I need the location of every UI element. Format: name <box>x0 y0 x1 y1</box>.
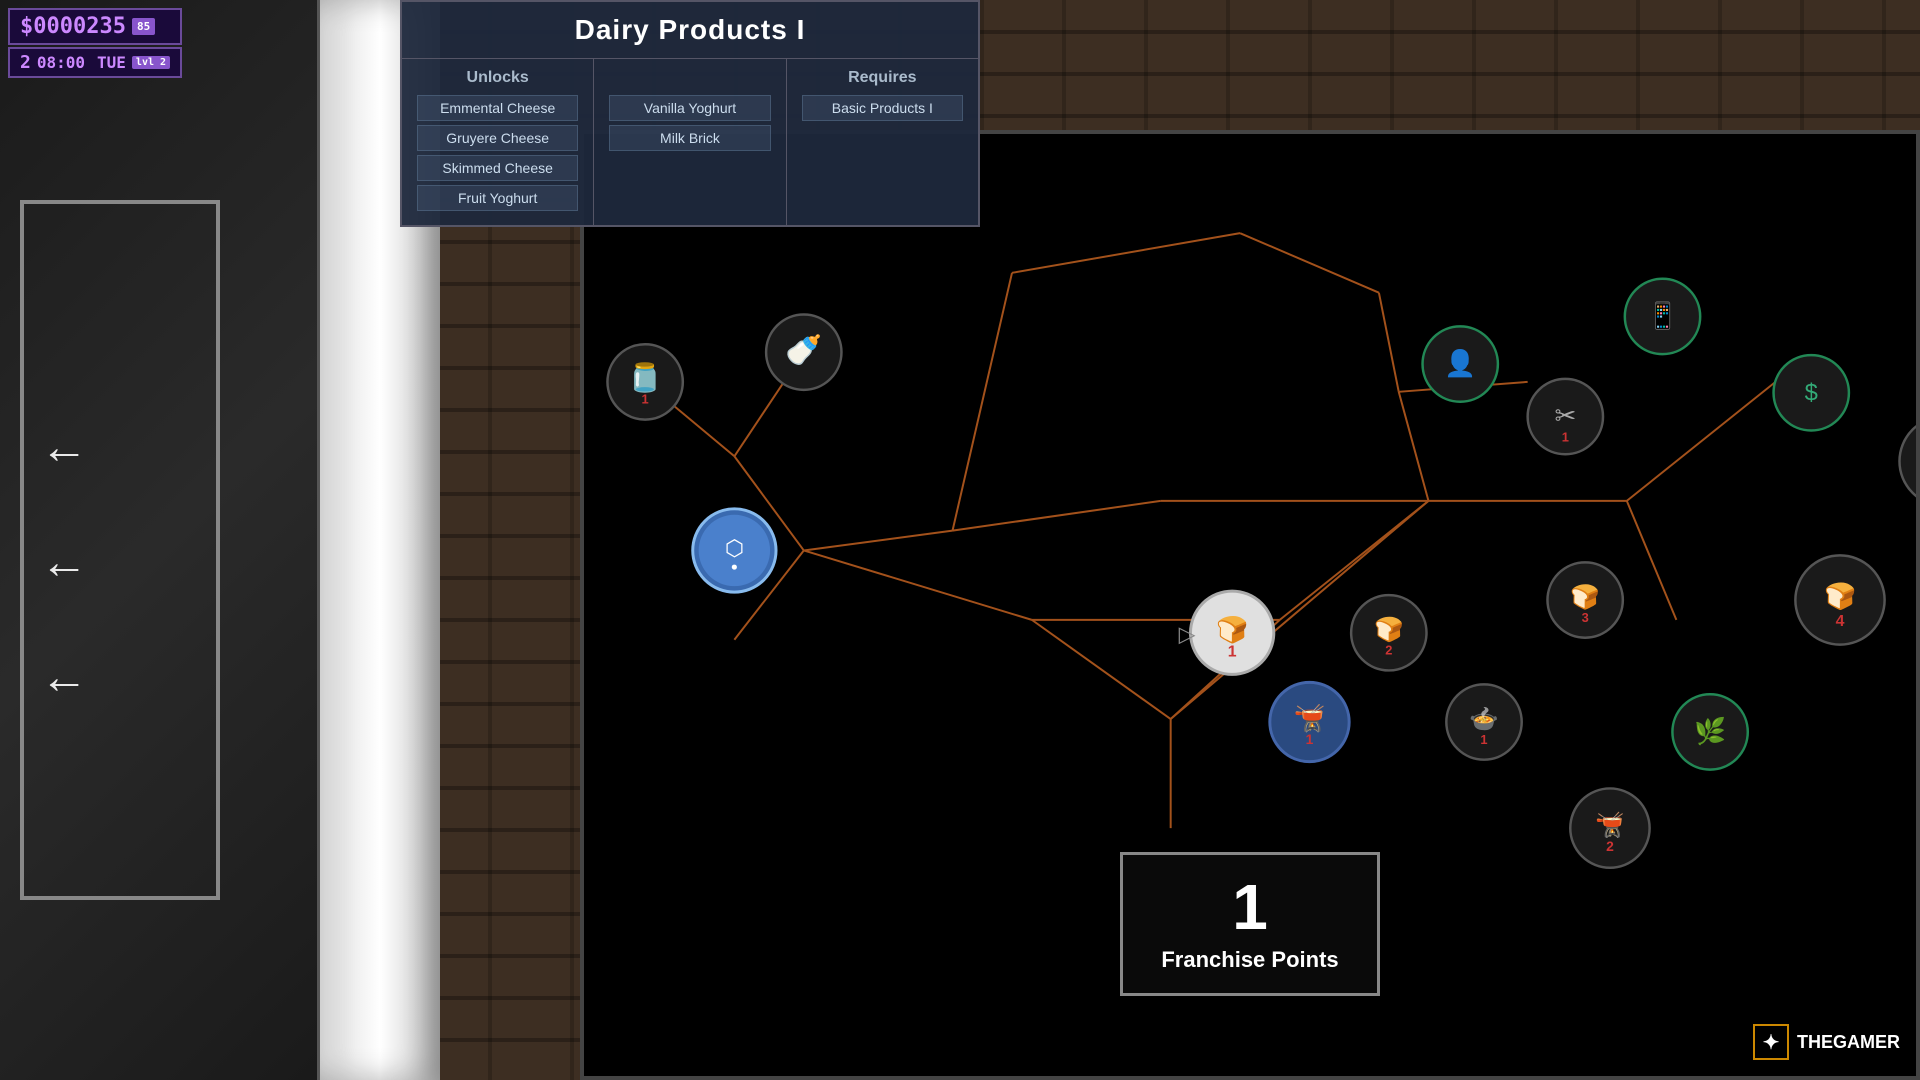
node-milk-bottle: 🍼 <box>766 314 841 389</box>
svg-text:🍞: 🍞 <box>1570 583 1600 611</box>
day-num: 2 <box>20 52 31 73</box>
node-bread-4: 🍞 4 <box>1795 555 1884 644</box>
franchise-box: 1 Franchise Points <box>1120 852 1380 996</box>
unlocks-section: Unlocks Emmental Cheese Gruyere Cheese S… <box>402 59 594 225</box>
svg-text:1: 1 <box>1228 644 1237 661</box>
svg-text:●: ● <box>731 559 738 573</box>
svg-text:🍞: 🍞 <box>1216 615 1248 645</box>
money-display: $0000235 85 <box>8 8 182 45</box>
node-bread-3: 🍞 3 <box>1547 562 1622 637</box>
svg-text:1: 1 <box>1562 429 1569 444</box>
svg-text:🌿: 🌿 <box>1694 716 1726 746</box>
svg-text:▷: ▷ <box>1179 622 1196 647</box>
arrow-left-3: ← <box>40 650 88 705</box>
unlock-item-0: Emmental Cheese <box>417 95 578 121</box>
unlocks-header-spacer: - <box>609 69 770 87</box>
node-person: 👤 <box>1423 326 1498 401</box>
lvl-label: lvl <box>136 57 154 68</box>
skill-tree-panel[interactable]: 🫙 1 🍼 ⬡ ● 🍞 1 ▷ 🫕 1 <box>580 130 1920 1080</box>
arrow-left-2: ← <box>40 535 88 590</box>
svg-text:1: 1 <box>642 392 649 407</box>
svg-text:3: 3 <box>1582 610 1589 625</box>
arrow-left-1: ← <box>40 420 88 475</box>
requires-item-0: Basic Products I <box>802 95 963 121</box>
svg-text:2: 2 <box>1606 838 1614 854</box>
svg-text:🫕: 🫕 <box>1595 811 1625 839</box>
svg-text:🫙: 🫙 <box>628 361 663 394</box>
time-display: 2 08:00 TUE lvl 2 <box>8 47 182 78</box>
svg-text:1: 1 <box>1480 732 1487 747</box>
node-bread-2: 🍞 2 <box>1351 595 1426 670</box>
svg-text:$: $ <box>1805 380 1818 407</box>
level-badge: 85 <box>132 18 155 35</box>
svg-text:🍞: 🍞 <box>1824 581 1856 611</box>
node-phone: 📱 <box>1625 279 1700 354</box>
node-pot-small: 🍲 1 <box>1446 684 1521 759</box>
svg-text:2: 2 <box>1385 643 1392 658</box>
node-jar: 🫙 1 <box>607 344 682 419</box>
lvl-num: 2 <box>160 57 166 68</box>
node-pot-large-2: 🫕 2 <box>1570 788 1649 867</box>
requires-section: Requires Basic Products I <box>787 59 978 225</box>
unlocks-header: Unlocks <box>417 69 578 87</box>
node-bread-1-selected: 🍞 1 <box>1191 591 1274 674</box>
hud-topleft: $0000235 85 2 08:00 TUE lvl 2 <box>8 8 182 78</box>
unlock-item-1: Vanilla Yoghurt <box>609 95 770 121</box>
node-comb: ⠿ 1 <box>1899 417 1916 506</box>
money-value: $0000235 <box>20 14 126 39</box>
info-panel: Dairy Products I Unlocks Emmental Cheese… <box>400 0 980 227</box>
svg-text:⬡: ⬡ <box>725 535 744 560</box>
node-scissors: ✂ 1 <box>1528 379 1603 454</box>
day-name: TUE <box>97 53 126 72</box>
thegamer-logo: ✦ THEGAMER <box>1753 1024 1900 1060</box>
svg-text:🫕: 🫕 <box>1293 703 1325 733</box>
logo-text: THEGAMER <box>1797 1032 1900 1053</box>
unlock-item-4: Skimmed Cheese <box>417 155 578 181</box>
svg-text:📱: 📱 <box>1646 300 1678 330</box>
svg-text:🍼: 🍼 <box>785 333 822 367</box>
node-dairy-pot-blue: 🫕 1 <box>1270 682 1349 761</box>
requires-header: Requires <box>802 69 963 87</box>
svg-text:🍞: 🍞 <box>1374 616 1404 644</box>
unlocks-section-2: - Vanilla Yoghurt Milk Brick <box>594 59 786 225</box>
svg-text:1: 1 <box>1306 731 1314 747</box>
node-leaf: 🌿 <box>1672 694 1747 769</box>
node-dollar: $ <box>1774 355 1849 430</box>
svg-text:✂: ✂ <box>1555 403 1577 431</box>
unlock-item-2: Gruyere Cheese <box>417 125 578 151</box>
logo-icon: ✦ <box>1753 1024 1789 1060</box>
logo-icon-symbol: ✦ <box>1763 1030 1780 1055</box>
time-value: 08:00 <box>37 53 85 72</box>
info-panel-body: Unlocks Emmental Cheese Gruyere Cheese S… <box>402 58 978 225</box>
unlock-item-3: Milk Brick <box>609 125 770 151</box>
lvl-badge: lvl 2 <box>132 56 170 69</box>
node-dairy-active: ⬡ ● <box>693 509 776 592</box>
franchise-number: 1 <box>1143 875 1357 939</box>
info-panel-title: Dairy Products I <box>402 2 978 58</box>
svg-text:4: 4 <box>1836 613 1845 630</box>
svg-text:👤: 👤 <box>1444 348 1476 378</box>
franchise-label: Franchise Points <box>1143 947 1357 973</box>
unlock-item-5: Fruit Yoghurt <box>417 185 578 211</box>
arrow-group: ← ← ← <box>40 420 88 705</box>
svg-text:🍲: 🍲 <box>1469 706 1499 733</box>
